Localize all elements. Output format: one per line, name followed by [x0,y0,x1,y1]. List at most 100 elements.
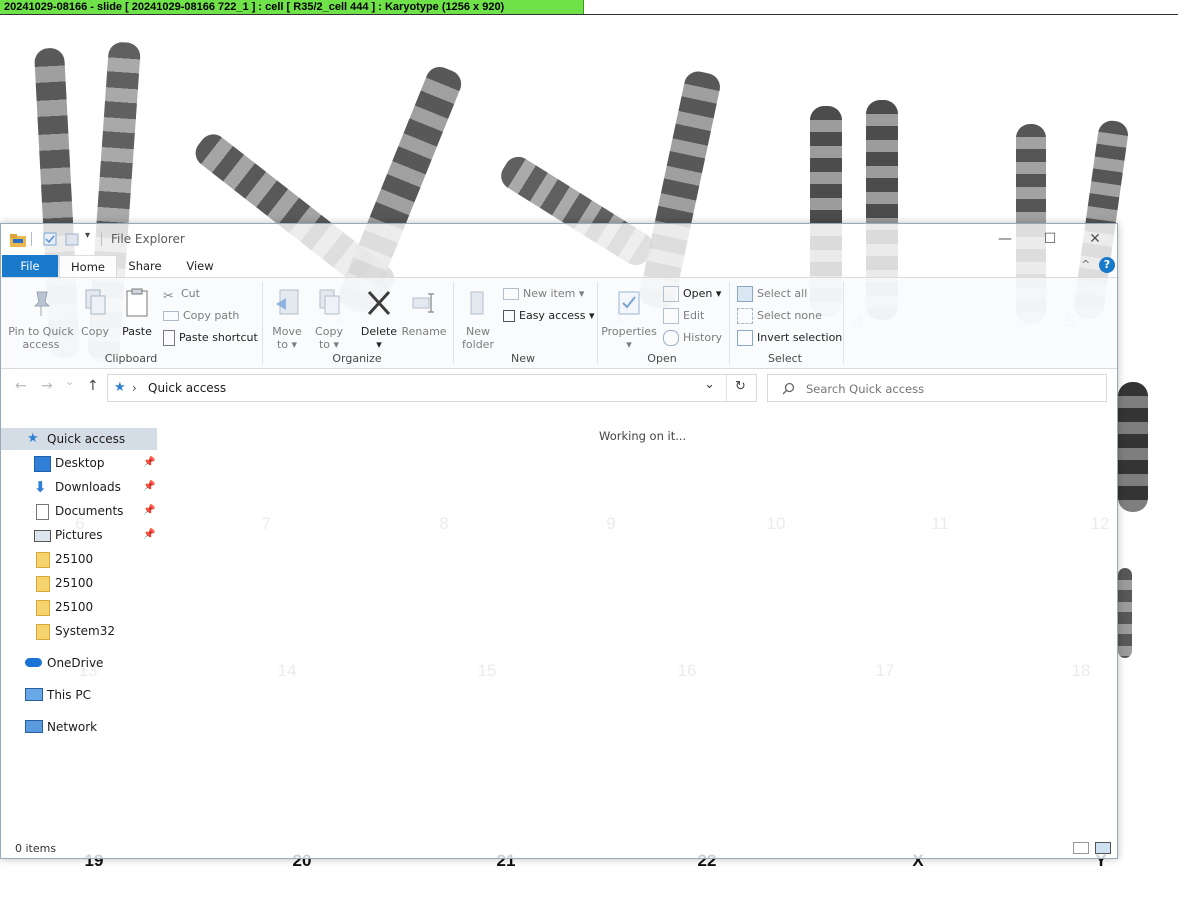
easy-access-button[interactable]: Easy access ▾ [503,306,595,326]
scissors-icon: ✂ [163,289,174,304]
delete-dropdown-arrow[interactable]: ▾ [359,338,399,351]
breadcrumb-separator[interactable]: › [132,381,137,395]
refresh-icon[interactable]: ↻ [735,379,746,394]
network-icon [25,720,43,733]
new-folder-button[interactable]: New folder [457,288,499,351]
large-icons-view-icon[interactable] [1095,842,1111,854]
edit-label: Edit [683,309,705,322]
nav-pictures[interactable]: Pictures 📌 [1,524,157,546]
delete-button[interactable]: Delete ▾ [359,288,399,351]
quick-access-star-icon: ★ [27,431,39,446]
ribbon-separator [729,282,730,364]
nav-pictures-label: Pictures [55,528,103,542]
paste-shortcut-icon [163,330,175,346]
properties-dropdown-arrow[interactable]: ▾ [601,338,657,351]
copy-to-label-line1: Copy [315,325,343,338]
nav-documents[interactable]: Documents 📌 [1,500,157,522]
title-divider [101,232,102,246]
copy-to-button[interactable]: Copy to ▾ [311,288,347,351]
ribbon-tabs: File Home Share View ^ ? [1,255,1117,279]
nav-desktop-label: Desktop [55,456,105,470]
nav-folder-25100[interactable]: 25100 [1,596,157,618]
nav-folder-25100[interactable]: 25100 [1,572,157,594]
back-arrow-icon[interactable]: ← [15,378,27,394]
properties-button[interactable]: Properties ▾ [601,288,657,351]
copy-path-button[interactable]: Copy path [163,306,239,326]
nav-quick-access[interactable]: ★ Quick access [1,428,157,450]
organize-group-label: Organize [332,352,382,365]
ribbon-separator [453,282,454,364]
onedrive-cloud-icon [25,658,42,667]
open-icon [663,286,679,302]
downloads-arrow-icon: ⬇ [34,478,47,496]
nav-onedrive[interactable]: OneDrive [1,652,157,674]
copy-button[interactable]: Copy [79,288,111,338]
nav-folder-label: 25100 [55,576,94,590]
qat-divider [31,232,32,246]
tab-home[interactable]: Home [59,255,117,279]
paste-shortcut-label: Paste shortcut [179,331,258,344]
search-input[interactable] [804,379,1098,399]
edit-icon [663,308,679,324]
address-dropdown-icon[interactable]: ⌄ [704,377,715,392]
history-button[interactable]: History [663,328,722,348]
file-explorer-window[interactable]: ▾ File Explorer — ☐ ✕ File Home Share Vi… [0,223,1118,859]
select-all-button[interactable]: Select all [737,284,807,304]
paste-button[interactable]: Paste [119,288,155,338]
move-to-button[interactable]: Move to ▾ [269,288,305,351]
maximize-button[interactable]: ☐ [1028,224,1072,254]
open-group-label: Open [647,352,677,365]
search-icon [782,382,795,395]
edit-button[interactable]: Edit [663,306,704,326]
tab-share[interactable]: Share [119,255,171,277]
tab-view[interactable]: View [175,255,225,277]
delete-label: Delete [360,325,398,338]
nav-folder-system32[interactable]: System32 [1,620,157,642]
search-box[interactable] [767,374,1107,402]
select-none-label: Select none [757,309,822,322]
easy-access-label: Easy access ▾ [519,309,595,322]
copy-icon [85,289,106,315]
paste-shortcut-button[interactable]: Paste shortcut [163,328,258,348]
nav-network[interactable]: Network [1,716,157,738]
pin-to-quick-access-button[interactable]: Pin to Quick access [7,288,75,351]
nav-downloads[interactable]: ⬇ Downloads 📌 [1,476,157,498]
move-to-label-line2: to ▾ [276,338,298,351]
recent-locations-icon[interactable]: ⌄ [65,375,74,388]
nav-desktop[interactable]: Desktop 📌 [1,452,157,474]
rename-button[interactable]: Rename [401,288,447,338]
invert-selection-button[interactable]: Invert selection [737,328,842,348]
nav-folder-25100[interactable]: 25100 [1,548,157,570]
history-label: History [683,331,723,344]
cut-button[interactable]: ✂ Cut [163,284,200,304]
open-label: Open ▾ [683,287,722,300]
close-button[interactable]: ✕ [1073,224,1117,254]
copy-path-icon [163,311,179,321]
up-arrow-icon[interactable]: ↑ [87,378,99,394]
properties-qat-icon[interactable] [43,232,57,246]
customize-qat-icon[interactable]: ▾ [85,230,90,241]
forward-arrow-icon[interactable]: → [41,378,53,394]
new-folder-label-line2: folder [462,338,494,351]
ribbon-collapse-icon[interactable]: ^ [1081,258,1090,271]
nav-documents-label: Documents [55,504,124,518]
minimize-button[interactable]: — [983,224,1027,254]
select-none-button[interactable]: Select none [737,306,822,326]
details-view-icon[interactable] [1073,842,1089,854]
history-icon [663,330,679,346]
window-title-bar[interactable]: ▾ File Explorer — ☐ ✕ [1,224,1117,254]
nav-this-pc[interactable]: This PC [1,684,157,706]
new-item-button[interactable]: New item ▾ [503,284,584,304]
breadcrumb-quick-access[interactable]: Quick access [148,381,226,395]
nav-onedrive-label: OneDrive [47,656,104,670]
new-folder-icon [470,291,484,315]
new-folder-qat-icon[interactable] [65,232,79,246]
computer-icon [25,688,43,701]
tab-file[interactable]: File [2,255,58,277]
file-list-area[interactable] [161,420,1117,838]
address-bar[interactable]: ★ › Quick access ⌄ ↻ [107,374,757,402]
pin-icon [33,291,51,316]
open-button[interactable]: Open ▾ [663,284,721,304]
help-button[interactable]: ? [1099,257,1115,273]
folder-icon [36,600,50,616]
